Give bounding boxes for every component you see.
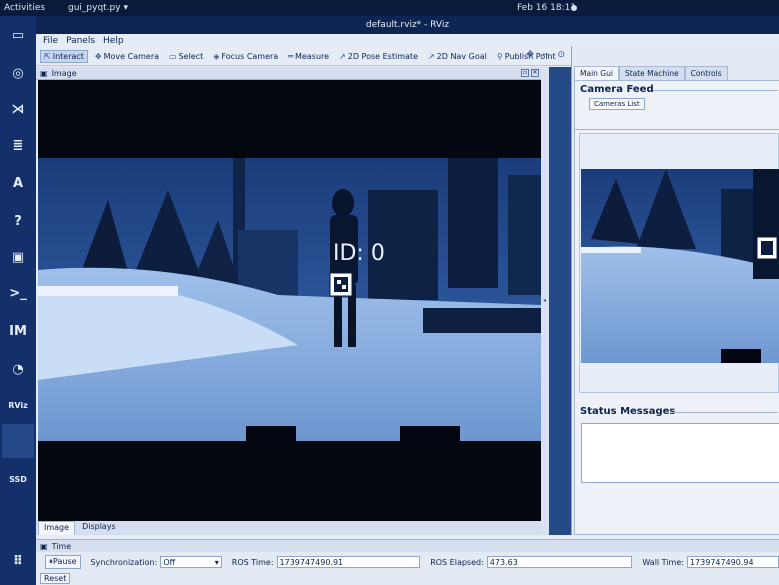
move-camera-label: Move Camera [103, 52, 160, 61]
sync-select[interactable]: Off ▾ [160, 556, 222, 568]
rviz-icon[interactable]: RViz [5, 392, 31, 418]
vscode-icon[interactable]: ⋊ [5, 96, 31, 122]
ros-elapsed-label: ROS Elapsed: [430, 557, 484, 567]
status-divider [673, 412, 778, 413]
top-bar: Activities gui_pyqt.py ▾ Feb 16 18:11 [0, 0, 779, 16]
measure-tool[interactable]: ═ Measure [285, 51, 332, 62]
image-panel-title: Image [51, 68, 77, 78]
interact-label: Interact [52, 52, 84, 61]
toolbar-extra-icons: ✥ − ⊙ [526, 50, 565, 60]
main-gui-body: Camera Feed Cameras List Status Messages [574, 80, 779, 535]
status-messages-box[interactable] [581, 423, 779, 483]
nav-goal-arrow-icon: ↗ [427, 52, 435, 61]
image-panel-header: ▣ Image ▫ ✕ [36, 67, 541, 80]
time-panel: ▣ Time ⏸Pause Synchronization: Off ▾ ROS… [36, 539, 779, 585]
record-indicator-icon [571, 5, 577, 11]
select-tool[interactable]: ▭ Select [166, 51, 206, 62]
help-icon[interactable]: ? [5, 208, 31, 234]
camera-scene: ID: 0 [38, 80, 541, 521]
tab-state-machine[interactable]: State Machine [618, 66, 685, 81]
time-row: ⏸Pause Synchronization: Off ▾ ROS Time: … [36, 554, 779, 570]
clock[interactable]: Feb 16 18:11 [517, 3, 576, 13]
ros-time-field[interactable]: 1739747490.91 [276, 556, 421, 568]
terminal-icon[interactable]: >_ [5, 280, 31, 306]
pause-button[interactable]: ⏸Pause [45, 555, 81, 569]
wall-time-field[interactable]: 1739747490.94 [686, 556, 779, 568]
nav-goal-tool[interactable]: ↗ 2D Nav Goal [425, 51, 490, 62]
menu-help[interactable]: Help [103, 36, 124, 46]
tool-properties-icon[interactable]: ⊙ [557, 50, 565, 60]
activities-button[interactable]: Activities [4, 3, 56, 13]
time-panel-title: Time [51, 541, 72, 551]
close-panel-icon[interactable]: ✕ [531, 69, 539, 77]
reset-button[interactable]: Reset [40, 573, 71, 584]
rviz-window: default.rviz* - RViz File Panels Help ⇱ I… [36, 16, 779, 585]
tab-main-gui[interactable]: Main Gui [574, 66, 619, 81]
select-label: Select [178, 52, 204, 61]
gui-window: Main Gui State Machine Controls Camera F… [571, 46, 779, 535]
tab-displays[interactable]: Displays [77, 521, 121, 535]
impress-icon[interactable]: IM [5, 318, 31, 344]
time-panel-header: ▣ Time [36, 540, 779, 552]
menu-panels[interactable]: Panels [66, 36, 95, 46]
menu-file[interactable]: File [43, 36, 58, 46]
remove-tool-icon[interactable]: − [542, 50, 550, 60]
camera-image[interactable]: ID: 0 [38, 80, 541, 521]
system-monitor-icon[interactable]: ▣ [5, 244, 31, 270]
pose-estimate-tool[interactable]: ↗ 2D Pose Estimate [336, 51, 421, 62]
focus-camera-label: Focus Camera [221, 52, 279, 61]
marker-id-label: ID: 0 [333, 241, 385, 266]
measure-icon: ═ [288, 52, 294, 61]
tab-image[interactable]: Image [38, 521, 76, 535]
feed-scene [581, 169, 779, 363]
status-messages-title: Status Messages [580, 406, 676, 417]
move-camera-icon: ✥ [94, 52, 102, 61]
time-panel-icon: ▣ [40, 541, 48, 551]
pause-label: Pause [53, 557, 77, 566]
focus-camera-tool[interactable]: ◈ Focus Camera [210, 51, 281, 62]
dock: ▭ ◎ ⋊ ≣ A? ▣ >_ IM ◔ RViz SSD ⠿ [0, 16, 36, 585]
undock-icon[interactable]: ▫ [521, 69, 529, 77]
image-panel: ▣ Image ▫ ✕ ID: 0 [36, 67, 541, 521]
measure-label: Measure [295, 52, 330, 61]
chrome-icon[interactable]: ◎ [5, 60, 31, 86]
chevron-down-icon: ▾ [214, 558, 219, 567]
camera-feed-image [581, 169, 779, 363]
camera-feed-divider [653, 90, 778, 91]
app-menu[interactable]: gui_pyqt.py ▾ [68, 3, 128, 13]
cameras-list-button[interactable]: Cameras List [589, 98, 645, 110]
focus-camera-icon: ◈ [213, 52, 220, 61]
camera-feed-title: Camera Feed [580, 84, 654, 95]
wall-time-label: Wall Time: [642, 557, 684, 567]
feed-divider [575, 129, 779, 130]
select-icon: ▭ [169, 52, 177, 61]
ros-time-label: ROS Time: [231, 557, 274, 567]
pose-arrow-icon: ↗ [339, 52, 346, 61]
files-icon[interactable]: ▭ [5, 22, 31, 48]
add-tool-icon[interactable]: ✥ [526, 50, 534, 60]
window-title: default.rviz* - RViz [36, 16, 779, 34]
nav-goal-label: 2D Nav Goal [436, 52, 487, 61]
image-panel-icon: ▣ [40, 68, 48, 78]
tab-controls[interactable]: Controls [684, 66, 728, 81]
interact-tool[interactable]: ⇱ Interact [40, 50, 88, 63]
map-pin-icon: ⚲ [496, 52, 503, 61]
obs-icon[interactable]: ◔ [5, 356, 31, 382]
text-editor-icon[interactable]: ≣ [5, 132, 31, 158]
app-grid-icon[interactable]: ⠿ [5, 548, 31, 574]
ssd-icon[interactable]: SSD [5, 466, 31, 492]
sync-value: Off [163, 558, 176, 567]
move-camera-tool[interactable]: ✥ Move Camera [92, 51, 162, 62]
ros-elapsed-field[interactable]: 473.63 [486, 556, 633, 568]
dock-active-highlight [2, 424, 34, 458]
panel-splitter[interactable]: ◂ [541, 67, 549, 535]
app-store-icon[interactable]: A [5, 170, 31, 196]
bottom-tab-bar: Image Displays [36, 521, 541, 535]
pose-estimate-label: 2D Pose Estimate [347, 52, 418, 61]
splitter-grip-icon: ◂ [543, 297, 547, 304]
camera-feed-frame [579, 133, 779, 393]
gui-tab-bar: Main Gui State Machine Controls [574, 66, 728, 81]
interact-icon: ⇱ [44, 52, 51, 61]
sync-label: Synchronization: [90, 557, 158, 567]
